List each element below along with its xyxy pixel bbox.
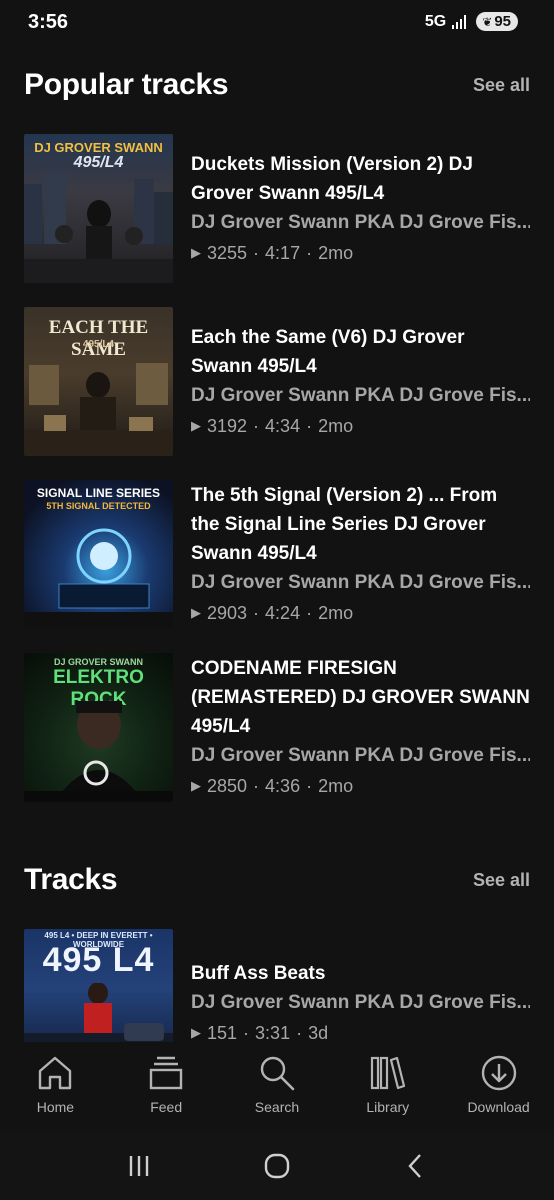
search-icon	[260, 1056, 295, 1091]
nav-download-label: Download	[467, 1099, 530, 1115]
track-title: CODENAME FIRESIGN (REMASTERED) DJ GROVER…	[191, 658, 530, 737]
play-count-icon: ▶	[191, 244, 201, 260]
tracks-see-all-button[interactable]: See all	[473, 870, 530, 891]
bottom-navigation: Home Feed Search Library Download	[0, 1042, 554, 1132]
album-art: DJ GROVER SWANN 495/L4	[24, 134, 173, 283]
track-info: Duckets Mission (Version 2) DJ Grover Sw…	[191, 134, 530, 283]
track-meta: ▶ 3192 · 4:34 · 2mo	[191, 411, 530, 441]
back-chevron-icon	[408, 1154, 421, 1178]
nav-home-label: Home	[36, 1099, 75, 1115]
battery-level: 95	[494, 13, 511, 30]
nav-search[interactable]: Search	[227, 1042, 327, 1132]
album-art: SIGNAL LINE SERIES 5TH SIGNAL DETECTED	[24, 480, 173, 629]
track-artist: DJ Grover Swann PKA DJ Grove Fis...	[191, 745, 530, 766]
play-count-icon: ▶	[191, 778, 201, 793]
nav-feed[interactable]: Feed	[116, 1042, 216, 1132]
home-circle-icon	[264, 1153, 290, 1179]
album-art-subtext: 495/L4	[73, 154, 124, 171]
play-count: 2850	[207, 776, 248, 796]
popular-track-row[interactable]: DJ GROVER SWANN 495/L4 Duckets Mission (…	[24, 134, 530, 283]
track-title: Duckets Mission (Version 2) DJ Grover Sw…	[191, 153, 473, 204]
album-art-graphic	[24, 363, 173, 456]
track-info: The 5th Signal (Version 2) ... From the …	[191, 480, 530, 629]
album-art-subtext: 5TH SIGNAL DETECTED	[46, 501, 151, 511]
track-info: CODENAME FIRESIGN (REMASTERED) DJ GROVER…	[191, 653, 530, 802]
album-art: EACH THE SAME 495/L4	[24, 307, 173, 456]
network-label: 5G	[424, 12, 447, 30]
play-count-icon: ▶	[191, 605, 201, 620]
track-meta: ▶ 3255 · 4:17 · 2mo	[191, 238, 530, 268]
album-art-subtext: DJ GROVER SWANN	[53, 657, 143, 667]
status-bar: 3:56 5G ❦ 95	[0, 0, 554, 46]
track-age: 2mo	[318, 242, 354, 263]
popular-tracks-header: Popular tracks See all	[24, 68, 530, 102]
track-duration: 4:34	[265, 415, 301, 436]
tracks-title: Tracks	[24, 863, 118, 896]
play-count: 3255	[207, 242, 248, 263]
nav-download[interactable]: Download	[449, 1042, 549, 1132]
popular-see-all-button[interactable]: See all	[473, 75, 530, 96]
track-age: 2mo	[318, 415, 354, 436]
album-art-text: SIGNAL LINE SERIES	[36, 486, 161, 500]
album-art: DJ GROVER SWANN ELEKTRO ROCK	[24, 653, 173, 802]
album-art-text: DJ GROVER SWANN	[34, 140, 163, 155]
library-icon	[370, 1056, 405, 1090]
popular-track-row[interactable]: SIGNAL LINE SERIES 5TH SIGNAL DETECTED T…	[24, 480, 530, 629]
track-artist: DJ Grover Swann PKA DJ Grove Fis...	[191, 572, 530, 593]
album-art-graphic	[24, 701, 173, 802]
popular-track-row[interactable]: EACH THE SAME 495/L4 Each the Same (V6) …	[24, 307, 530, 456]
track-title: Each the Same (V6) DJ Grover Swann 495/L…	[191, 326, 465, 377]
track-info: Each the Same (V6) DJ Grover Swann 495/L…	[191, 307, 530, 456]
recent-apps-icon	[129, 1156, 149, 1176]
tracks-header: Tracks See all	[24, 863, 530, 897]
track-meta: ▶ 2850 · 4:36 · 2mo	[191, 771, 530, 801]
play-count-icon: ▶	[191, 417, 201, 433]
feed-icon	[149, 1056, 183, 1090]
track-title: Buff Ass Beats	[191, 963, 326, 984]
home-icon	[39, 1056, 72, 1090]
download-icon	[481, 1055, 516, 1091]
status-indicators: 5G ❦ 95	[425, 12, 518, 31]
recent-apps-button[interactable]	[109, 1146, 169, 1186]
track-artist: DJ Grover Swann PKA DJ Grove Fis...	[191, 384, 530, 406]
nav-library-label: Library	[366, 1099, 410, 1115]
back-button[interactable]	[385, 1146, 445, 1186]
album-art-graphic	[24, 174, 173, 283]
play-count: 2903	[207, 603, 248, 623]
battery-saver-icon: ❦	[482, 14, 493, 29]
play-count: 3192	[207, 415, 248, 436]
track-duration: 4:36	[265, 776, 301, 796]
system-navigation-bar	[0, 1132, 554, 1200]
album-art-subtext: 495/L4	[82, 339, 115, 350]
track-age: 2mo	[318, 603, 354, 623]
nav-library[interactable]: Library	[338, 1042, 438, 1132]
track-title: The 5th Signal (Version 2) ... From the …	[191, 485, 498, 564]
album-art-graphic	[24, 528, 173, 629]
popular-tracks-title: Popular tracks	[24, 68, 229, 101]
nav-home[interactable]: Home	[5, 1042, 105, 1132]
track-meta: ▶ 2903 · 4:24 · 2mo	[191, 598, 530, 628]
track-age: 2mo	[318, 776, 354, 796]
track-artist: DJ Grover Swann PKA DJ Grove Fis...	[191, 992, 530, 1013]
nav-search-label: Search	[254, 1099, 300, 1115]
home-system-button[interactable]	[247, 1146, 307, 1186]
nav-feed-label: Feed	[150, 1099, 183, 1115]
popular-track-row[interactable]: DJ GROVER SWANN ELEKTRO ROCK CODENAME FI…	[24, 653, 530, 802]
track-duration: 4:24	[265, 603, 301, 623]
track-artist: DJ Grover Swann PKA DJ Grove Fis...	[191, 211, 530, 233]
battery-indicator: ❦ 95	[476, 12, 518, 31]
album-art-text: 495 L4	[42, 941, 155, 979]
status-time: 3:56	[28, 11, 69, 33]
track-duration: 4:17	[265, 242, 301, 263]
signal-icon	[452, 14, 467, 29]
